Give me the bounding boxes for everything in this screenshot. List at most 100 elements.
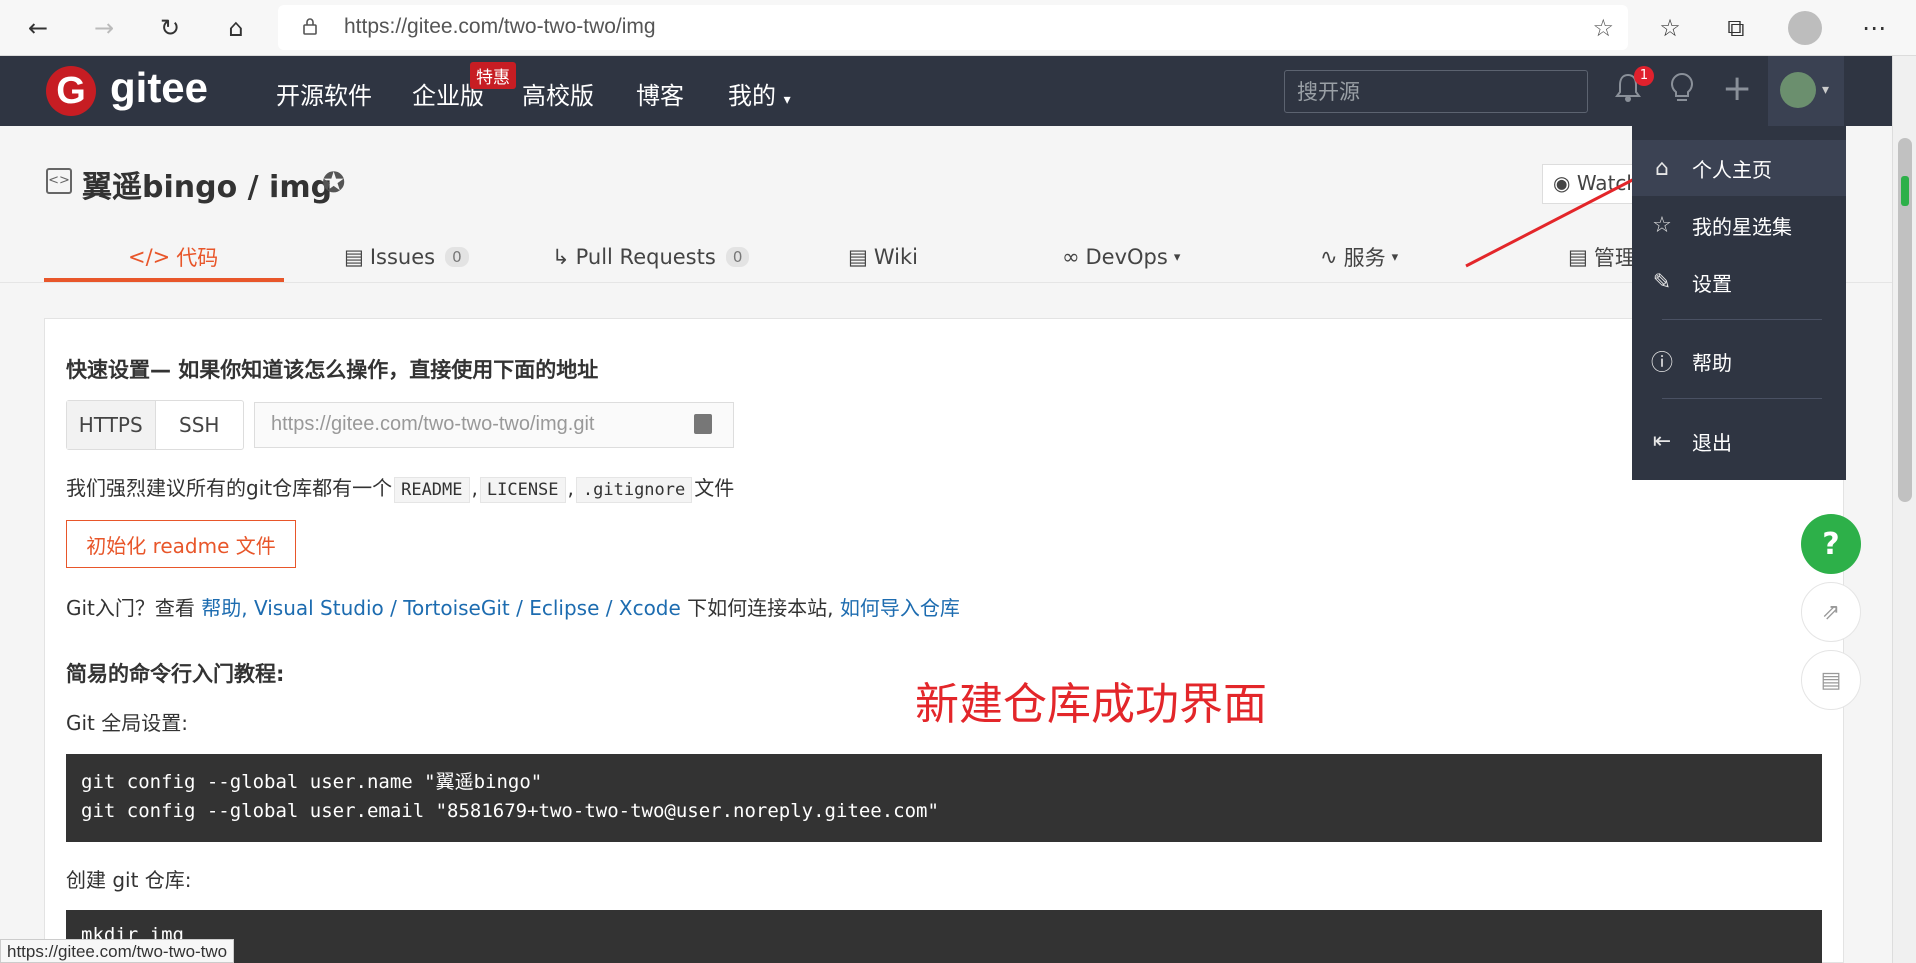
- create-repo-label: 创建 git 仓库:: [66, 868, 192, 892]
- share-icon[interactable]: ⇗: [1801, 582, 1861, 642]
- tab-issues-label: Issues: [369, 245, 436, 269]
- code-line: mkdir img: [81, 924, 184, 946]
- favorites-icon[interactable]: ☆: [1650, 8, 1690, 48]
- help-float-button[interactable]: ?: [1801, 514, 1861, 574]
- ssh-button[interactable]: SSH: [156, 401, 244, 449]
- back-icon[interactable]: ←: [18, 8, 58, 48]
- import-repo-link[interactable]: 如何导入仓库: [840, 596, 960, 620]
- chevron-down-icon: ▾: [1822, 82, 1830, 98]
- nav-blog[interactable]: 博客: [636, 76, 684, 111]
- menu-item-logout[interactable]: ⇤ 退出: [1632, 413, 1846, 469]
- create-repo-code: mkdir img: [66, 910, 1822, 963]
- recommend-badge-icon: ✪: [322, 166, 346, 199]
- git-intro-text: Git入门？查看 帮助, Visual Studio / TortoiseGit…: [66, 592, 960, 621]
- menu-item-label: 退出: [1692, 430, 1732, 455]
- edit-icon: ✎: [1652, 269, 1672, 295]
- git-intro-mid: 下如何连接本站,: [687, 596, 834, 620]
- separator: /: [605, 596, 613, 620]
- quick-setup-title: 快速设置— 如果你知道该怎么操作，直接使用下面的地址: [66, 358, 599, 382]
- pulse-icon: ∿: [1320, 245, 1338, 269]
- chevron-down-icon: ▾: [1173, 249, 1181, 265]
- tab-devops[interactable]: ∞ DevOps ▾: [1062, 232, 1180, 282]
- eclipse-link[interactable]: Eclipse: [529, 596, 599, 620]
- https-button[interactable]: HTTPS: [67, 401, 156, 449]
- address-bar[interactable]: https://gitee.com/two-two-two/img ☆: [278, 5, 1628, 50]
- tortoisegit-link[interactable]: TortoiseGit: [403, 596, 510, 620]
- gitignore-chip: .gitignore: [575, 477, 693, 503]
- tab-pull-requests[interactable]: ↳ Pull Requests 0: [552, 232, 750, 282]
- user-menu-trigger[interactable]: ▾: [1768, 56, 1844, 126]
- copy-icon[interactable]: [694, 414, 712, 434]
- issues-icon: ▤: [344, 245, 364, 269]
- special-offer-badge: 特惠: [470, 62, 516, 89]
- tab-wiki[interactable]: ▤ Wiki: [848, 232, 918, 282]
- separator: /: [390, 596, 397, 620]
- active-tab-indicator: [44, 278, 284, 282]
- browser-profile-avatar[interactable]: [1788, 11, 1822, 45]
- annotation-text: 新建仓库成功界面: [915, 679, 1267, 730]
- tab-devops-label: DevOps: [1085, 245, 1168, 269]
- home-icon[interactable]: ⌂: [216, 8, 256, 48]
- help-link[interactable]: 帮助: [201, 596, 241, 620]
- avatar: [1780, 72, 1816, 108]
- collections-icon[interactable]: ⧉: [1716, 8, 1756, 48]
- readme-chip: README: [394, 477, 470, 503]
- code-icon: </>: [128, 245, 171, 269]
- nav-open-source[interactable]: 开源软件: [276, 76, 372, 111]
- more-menu-icon[interactable]: ⋯: [1854, 8, 1894, 48]
- tab-pr-label: Pull Requests: [575, 245, 716, 269]
- url-text: https://gitee.com/two-two-two/img: [344, 15, 656, 38]
- menu-divider: [1662, 319, 1822, 320]
- separator: ,: [567, 476, 574, 500]
- infinity-icon: ∞: [1062, 245, 1080, 269]
- annotation-arrow: [1465, 169, 1654, 268]
- tab-issues[interactable]: ▤ Issues 0: [344, 232, 469, 282]
- plus-icon[interactable]: +: [1722, 68, 1752, 109]
- site-header: G gitee 开源软件 企业版 特惠 高校版 博客 我的 ▾ 1 + ▾: [0, 56, 1892, 126]
- page-scrollbar[interactable]: [1892, 56, 1916, 963]
- menu-item-label: 个人主页: [1692, 157, 1772, 182]
- tab-services-label: 服务: [1343, 246, 1386, 270]
- code-line: git config --global user.name "翼遥bingo": [81, 771, 543, 793]
- tab-services[interactable]: ∿ 服务 ▾: [1320, 232, 1398, 282]
- git-intro-prefix: Git入门？查看: [66, 596, 195, 620]
- tab-wiki-label: Wiki: [873, 245, 918, 269]
- menu-item-settings[interactable]: ✎ 设置: [1632, 254, 1846, 310]
- pr-count: 0: [725, 247, 750, 267]
- code-line: git config --global user.email "8581679+…: [81, 800, 939, 822]
- notification-badge: 1: [1634, 66, 1654, 86]
- menu-item-label: 帮助: [1692, 350, 1732, 375]
- menu-item-label: 设置: [1692, 271, 1732, 296]
- menu-item-help[interactable]: ⓘ 帮助: [1632, 333, 1846, 389]
- add-favorite-icon[interactable]: ☆: [1592, 14, 1614, 42]
- menu-item-profile[interactable]: ⌂ 个人主页: [1632, 140, 1846, 196]
- protocol-toggle: HTTPS SSH: [66, 400, 244, 450]
- search-input[interactable]: [1284, 70, 1588, 113]
- gitee-logo-icon[interactable]: G: [46, 66, 96, 116]
- license-chip: LICENSE: [479, 477, 566, 503]
- separator: ,: [471, 476, 478, 500]
- chevron-down-icon: ▾: [1391, 249, 1399, 265]
- nav-university[interactable]: 高校版: [522, 76, 594, 111]
- nav-mine-label: 我的: [728, 82, 776, 110]
- init-readme-button[interactable]: 初始化 readme 文件: [66, 520, 296, 568]
- recommend-prefix: 我们强烈建议所有的git仓库都有一个: [66, 476, 393, 500]
- gitee-logo-text[interactable]: gitee: [110, 64, 208, 112]
- book-icon: ▤: [848, 245, 868, 269]
- refresh-icon[interactable]: ↻: [150, 8, 190, 48]
- code-repo-icon: <>: [46, 168, 72, 194]
- nav-mine[interactable]: 我的 ▾: [728, 76, 791, 111]
- visual-studio-link[interactable]: Visual Studio: [254, 596, 384, 620]
- user-dropdown-menu: ⌂ 个人主页 ☆ 我的星选集 ✎ 设置 ⓘ 帮助 ⇤ 退出: [1632, 126, 1846, 480]
- tab-code[interactable]: </> 代码: [128, 232, 218, 282]
- tutorial-title: 简易的命令行入门教程:: [66, 662, 285, 686]
- menu-item-stars[interactable]: ☆ 我的星选集: [1632, 197, 1846, 253]
- forward-icon[interactable]: →: [84, 8, 124, 48]
- clone-url-field[interactable]: https://gitee.com/two-two-two/img.git: [254, 402, 734, 448]
- lightbulb-icon[interactable]: [1668, 72, 1696, 112]
- feedback-icon[interactable]: ▤: [1801, 650, 1861, 710]
- recommend-suffix: 文件: [694, 476, 735, 500]
- repo-title[interactable]: 翼遥bingo / img: [82, 162, 332, 206]
- star-icon: ☆: [1652, 212, 1672, 238]
- xcode-link[interactable]: Xcode: [619, 596, 681, 620]
